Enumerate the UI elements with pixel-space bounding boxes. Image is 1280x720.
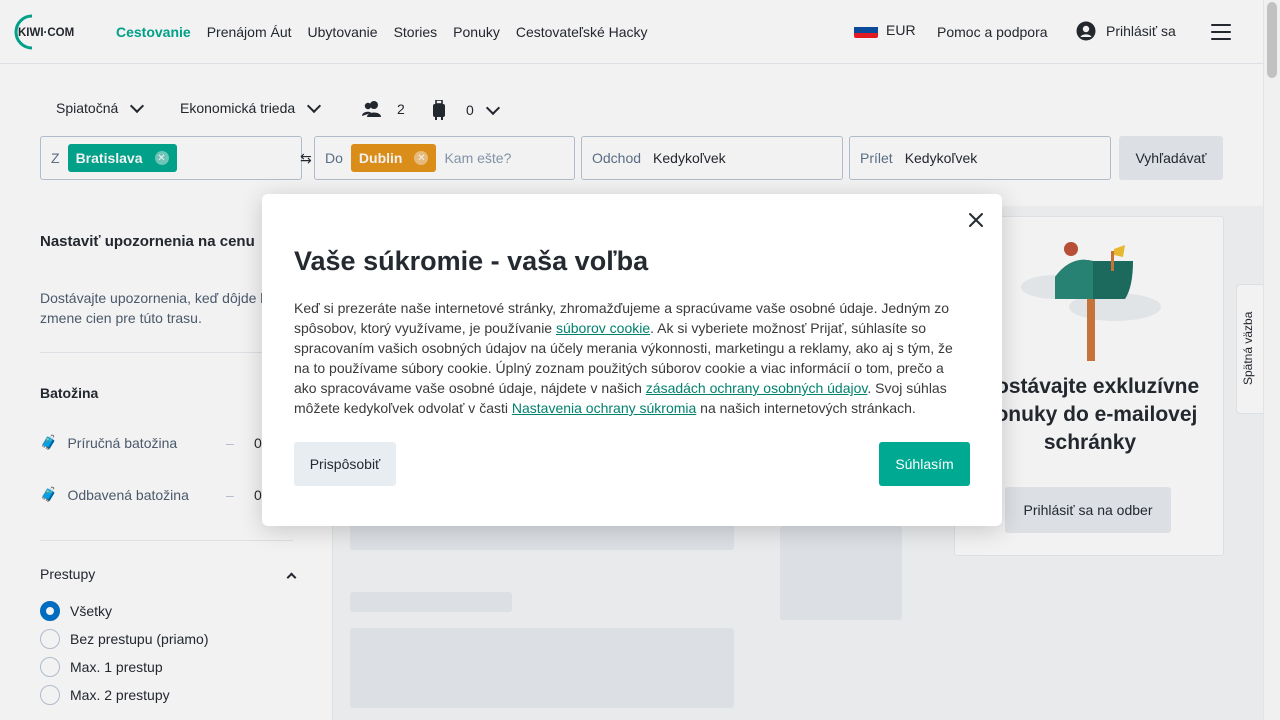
- close-icon[interactable]: [967, 211, 985, 229]
- privacy-modal: Vaše súkromie - vaša voľba Keď si prezer…: [262, 194, 1002, 526]
- accept-button[interactable]: Súhlasím: [879, 442, 970, 486]
- customize-button[interactable]: Prispôsobiť: [294, 442, 396, 486]
- scrollbar-thumb[interactable]: [1267, 2, 1277, 78]
- modal-title: Vaše súkromie - vaša voľba: [294, 246, 649, 276]
- privacy-settings-link[interactable]: Nastavenia ochrany súkromia: [512, 400, 696, 416]
- privacy-policy-link[interactable]: zásadách ochrany osobných údajov: [646, 380, 868, 396]
- cookies-link[interactable]: súborov cookie: [556, 320, 650, 336]
- modal-text-part: na našich internetových stránkach.: [696, 400, 916, 416]
- modal-body: Keď si prezeráte naše internetové stránk…: [294, 298, 970, 418]
- page-scrollbar[interactable]: [1263, 0, 1280, 720]
